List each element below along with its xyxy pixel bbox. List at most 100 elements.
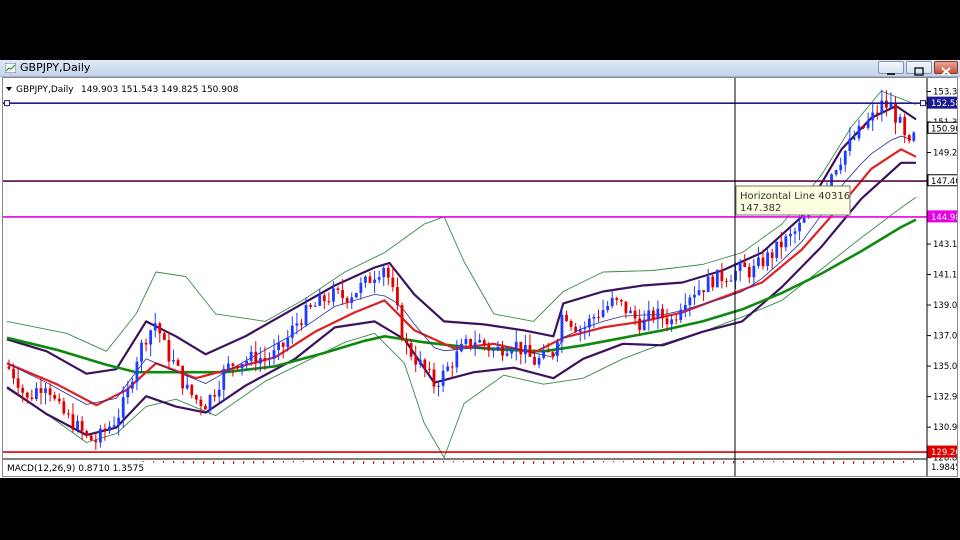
candle-body [473, 342, 477, 347]
axis-tick-label: 143.170 [933, 240, 957, 250]
candle-body [848, 138, 852, 151]
candle-body [39, 388, 43, 393]
candle-body [364, 276, 367, 283]
axis-tick-label: 149.290 [933, 148, 957, 158]
candle-body [126, 388, 130, 398]
macd-bar [323, 461, 325, 463]
chart-area[interactable]: GBPJPY,Daily 149.903 151.543 149.825 150… [2, 77, 960, 477]
candle-body [354, 293, 358, 298]
candle-body [802, 217, 806, 223]
line-handle[interactable] [4, 100, 10, 107]
candle-body [519, 341, 523, 355]
candle-body [172, 360, 175, 362]
macd-bar [813, 461, 815, 464]
macd-bar [853, 461, 855, 464]
macd-bar [193, 461, 195, 464]
candle-body [121, 397, 125, 418]
candle-body [592, 316, 596, 319]
candle-body [638, 318, 642, 330]
candle-body [455, 351, 459, 368]
candle-body [185, 384, 189, 389]
candle-body [62, 401, 66, 414]
macd-bar [363, 461, 365, 464]
candle-body [332, 288, 335, 302]
candle-body [98, 428, 102, 443]
candle-body [761, 257, 765, 267]
candle-body [729, 280, 733, 282]
window-titlebar[interactable]: GBPJPY,Daily [0, 60, 960, 77]
macd-bar [503, 461, 505, 464]
line-handle[interactable] [920, 100, 926, 107]
candle-body [414, 356, 418, 365]
candle-body [222, 368, 226, 390]
close-icon [941, 67, 951, 76]
candle-body [601, 310, 605, 317]
candle-body [432, 369, 436, 387]
macd-bar [243, 461, 245, 464]
candle-body [578, 328, 582, 332]
candle-body [277, 342, 281, 351]
macd-bar [513, 461, 515, 464]
candle-body [66, 413, 70, 415]
macd-bar [683, 461, 685, 464]
candle-body [670, 319, 674, 325]
minimize-button[interactable] [878, 61, 904, 75]
candle-body [665, 318, 669, 325]
candle-body [884, 100, 888, 108]
macd-bar [223, 461, 225, 464]
candle-body [272, 350, 276, 359]
horizontal-line-tooltip: Horizontal Line 40316 147.382 [735, 185, 851, 216]
restore-button[interactable] [906, 61, 932, 76]
candle-body [610, 297, 614, 307]
macd-bar [203, 461, 205, 464]
candle-body [286, 337, 290, 347]
price-label: 150.908 [931, 124, 957, 134]
candle-body [624, 301, 628, 314]
candle-body [830, 174, 833, 186]
macd-bar [283, 461, 285, 463]
candle-body [409, 343, 413, 357]
price-chart[interactable]: GBPJPY,Daily 149.903 151.543 149.825 150… [3, 78, 960, 476]
candle-body [373, 279, 376, 283]
candle-body [112, 425, 116, 427]
candle-body [16, 378, 20, 388]
macd-bar [713, 461, 715, 464]
macd-bar [743, 461, 745, 464]
candle-body [889, 104, 893, 108]
axis-tick-label: 137.050 [933, 332, 957, 342]
candle-body [496, 346, 500, 350]
candle-body [679, 309, 683, 321]
candle-body [843, 150, 847, 165]
candle-body [213, 395, 217, 397]
candle-body [281, 342, 285, 347]
candle-body [341, 289, 344, 299]
macd-bar [403, 461, 405, 464]
macd-bar [373, 461, 375, 464]
candle-body [12, 368, 15, 379]
candle-body [446, 366, 450, 371]
tooltip-value: 147.382 [740, 203, 781, 214]
candle-body [857, 126, 861, 139]
macd-bar [883, 461, 885, 464]
macd-bar [383, 461, 385, 464]
candle-body [683, 305, 687, 310]
candle-body [103, 428, 107, 431]
candle-body [633, 310, 637, 319]
macd-bar [153, 461, 155, 463]
candle-body [76, 420, 79, 430]
macd-bar [673, 461, 675, 464]
candle-body [418, 359, 422, 365]
candle-body [779, 241, 783, 248]
candle-body [642, 319, 646, 330]
macd-bar [663, 461, 665, 464]
macd-bar [303, 461, 305, 463]
candle-body [48, 388, 52, 395]
candle-body [295, 323, 299, 326]
candle-body [606, 306, 610, 311]
candle-body [236, 366, 239, 369]
candle-body [258, 358, 262, 364]
candle-body [176, 360, 180, 366]
candle-body [89, 435, 93, 441]
macd-bar [183, 461, 185, 464]
close-button[interactable] [934, 61, 958, 76]
